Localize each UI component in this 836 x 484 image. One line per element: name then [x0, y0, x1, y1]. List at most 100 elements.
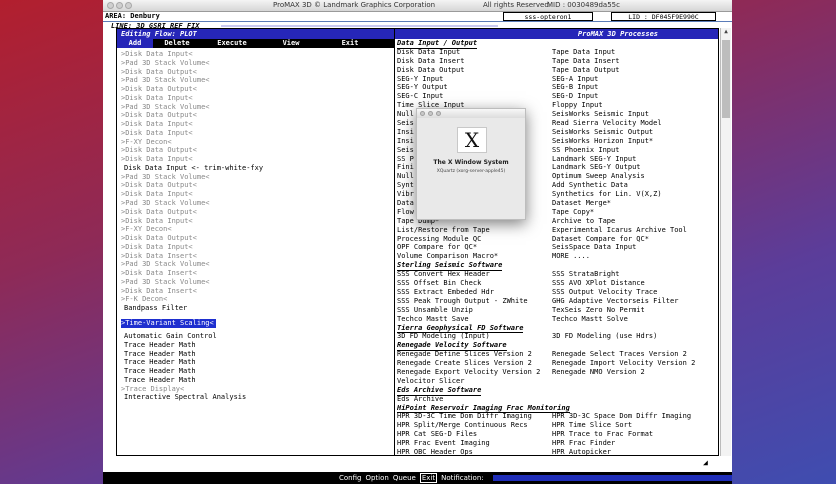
process-item[interactable]: SS Phoenix Input [552, 146, 707, 155]
process-item[interactable]: SEG-B Input [552, 83, 707, 92]
window-titlebar[interactable]: ProMAX 3D © Landmark Graphics Corporatio… [103, 0, 732, 12]
process-item[interactable]: Archive to Tape [552, 217, 707, 226]
process-item[interactable]: HPR Frac Event Imaging [397, 439, 552, 448]
process-item[interactable]: Renegade Import Velocity Version 2 [552, 359, 707, 368]
process-item[interactable]: SeisWorks Horizon Input* [552, 137, 707, 146]
process-item[interactable]: SSS Offset Bin Check [397, 279, 552, 288]
process-item[interactable]: Techco Mastt Save [397, 315, 552, 324]
flow-item[interactable]: Trace Header Math [121, 376, 391, 385]
option-button[interactable]: Option [365, 474, 388, 482]
process-list-scrollbar[interactable]: ▲ [720, 28, 731, 456]
flow-item[interactable]: >Disk Data Insert< [121, 287, 391, 296]
process-item[interactable]: SeisWorks Seismic Output [552, 128, 707, 137]
flow-item[interactable]: >Pad 3D Stack Volume< [121, 199, 391, 208]
flow-item[interactable]: >Disk Data Input< [121, 217, 391, 226]
process-item[interactable]: SSS Peak Trough Output - ZWhite [397, 297, 552, 306]
flow-item[interactable]: >Disk Data Input< [121, 155, 391, 164]
scroll-up-icon[interactable]: ▲ [721, 28, 731, 35]
process-item[interactable]: Techco Mastt Solve [552, 315, 707, 324]
process-item[interactable]: SeisWorks Seismic Input [552, 110, 707, 119]
process-item[interactable]: Renegade Create Slices Version 2 [397, 359, 552, 368]
process-item[interactable]: Eds Archive [397, 395, 552, 404]
process-item[interactable]: Renegade Export Velocity Version 2 [397, 368, 552, 377]
about-dialog-titlebar[interactable] [417, 109, 525, 118]
process-item[interactable]: SSS StrataBright [552, 270, 707, 279]
flow-item[interactable]: Trace Header Math [121, 367, 391, 376]
resize-grip-icon[interactable]: ◢ [703, 458, 708, 467]
process-item[interactable]: Disk Data Output [397, 66, 552, 75]
process-item[interactable]: Tape Copy* [552, 208, 707, 217]
queue-button[interactable]: Queue [393, 474, 416, 482]
flow-item[interactable]: >Pad 3D Stack Volume< [121, 103, 391, 112]
process-item[interactable]: Tape Data Input [552, 48, 707, 57]
process-item[interactable]: SEG-Y Input [397, 75, 552, 84]
process-item[interactable]: MORE .... [552, 252, 707, 261]
flow-item[interactable]: >Disk Data Output< [121, 208, 391, 217]
process-item[interactable]: SSS Extract Embeded Hdr [397, 288, 552, 297]
process-item[interactable]: SEG-C Input [397, 92, 552, 101]
process-item[interactable]: SSS Output Velocity Trace [552, 288, 707, 297]
process-item[interactable]: List/Restore from Tape [397, 226, 552, 235]
flow-item[interactable]: >Disk Data Output< [121, 68, 391, 77]
process-item[interactable]: Renegade Define Slices Version 2 [397, 350, 552, 359]
process-item[interactable]: SSS Unsamble Unzip [397, 306, 552, 315]
menu-view[interactable]: View [263, 39, 319, 48]
process-item[interactable]: Optimum Sweep Analysis [552, 172, 707, 181]
minimize-window-icon[interactable] [116, 2, 123, 9]
flow-item[interactable]: >Pad 3D Stack Volume< [121, 173, 391, 182]
process-item[interactable]: HPR Autopicker [552, 448, 707, 455]
zoom-window-icon[interactable] [125, 2, 132, 9]
flow-item[interactable]: >Trace Display< [121, 385, 391, 394]
process-item[interactable]: HPR Cat SEG-D Files [397, 430, 552, 439]
menu-delete[interactable]: Delete [153, 39, 201, 48]
process-item[interactable]: Synthetics for Lin. V(X,Z) [552, 190, 707, 199]
process-item[interactable]: Disk Data Input [397, 48, 552, 57]
process-item[interactable]: GHG Adaptive Vectorseis Filter [552, 297, 707, 306]
process-item[interactable]: Disk Data Insert [397, 57, 552, 66]
process-item[interactable]: SSS Convert Hex Header [397, 270, 552, 279]
flow-item[interactable]: >Disk Data Input< [121, 190, 391, 199]
exit-button[interactable]: Exit [419, 473, 438, 483]
flow-item[interactable]: >Time-Variant Scaling< [121, 319, 216, 328]
menu-execute[interactable]: Execute [201, 39, 263, 48]
process-item[interactable]: OPF Compare for QC* [397, 243, 552, 252]
flow-item[interactable]: Trace Header Math [121, 341, 391, 350]
menu-exit[interactable]: Exit [319, 39, 381, 48]
flow-item[interactable]: >Disk Data Output< [121, 111, 391, 120]
flow-item[interactable]: >Disk Data Output< [121, 181, 391, 190]
process-item[interactable]: Processing Module QC [397, 235, 552, 244]
scrollbar-thumb[interactable] [722, 40, 730, 118]
flow-item[interactable]: >Disk Data Input< [121, 120, 391, 129]
process-item[interactable]: SEG-Y Output [397, 83, 552, 92]
process-item[interactable]: SeisSpace Data Input [552, 243, 707, 252]
process-item[interactable]: Velocitor Slicer [397, 377, 552, 386]
process-item[interactable]: HPR Time Slice Sort [552, 421, 707, 430]
close-window-icon[interactable] [107, 2, 114, 9]
process-item[interactable]: Landmark SEG-Y Input [552, 155, 707, 164]
process-item[interactable]: Add Synthetic Data [552, 181, 707, 190]
process-item[interactable]: Landmark SEG-Y Output [552, 163, 707, 172]
flow-item[interactable]: >Disk Data Output< [121, 85, 391, 94]
process-item[interactable]: Read Sierra Velocity Model [552, 119, 707, 128]
process-item[interactable]: 3D FD Modeling (use Hdrs) [552, 332, 707, 341]
process-item[interactable]: HPR OBC Header Ops [397, 448, 552, 455]
flow-item[interactable]: >Disk Data Output< [121, 234, 391, 243]
process-item[interactable]: Floppy Input [552, 101, 707, 110]
flow-item[interactable]: >Pad 3D Stack Volume< [121, 59, 391, 68]
process-item[interactable]: Experimental Icarus Archive Tool [552, 226, 707, 235]
process-item[interactable]: Renegade NMO Version 2 [552, 368, 707, 377]
flow-item[interactable]: >Disk Data Output< [121, 146, 391, 155]
process-item[interactable]: HPR Trace to Frac Format [552, 430, 707, 439]
flow-item[interactable]: >Disk Data Insert< [121, 269, 391, 278]
flow-item[interactable]: >Pad 3D Stack Volume< [121, 278, 391, 287]
flow-item[interactable]: Automatic Gain Control [121, 332, 391, 341]
process-item[interactable]: HPR Frac Finder [552, 439, 707, 448]
process-item[interactable]: TexSeis Zero No Permit [552, 306, 707, 315]
flow-item[interactable]: >F-K Decon< [121, 295, 391, 304]
flow-item[interactable]: Trace Header Math [121, 358, 391, 367]
menu-add[interactable]: Add [117, 39, 153, 48]
about-zoom-icon[interactable] [436, 111, 441, 116]
flow-item[interactable]: Bandpass Filter [121, 304, 391, 313]
process-item[interactable]: 3D FD Modeling (Input) [397, 332, 552, 341]
process-item[interactable]: Dataset Merge* [552, 199, 707, 208]
